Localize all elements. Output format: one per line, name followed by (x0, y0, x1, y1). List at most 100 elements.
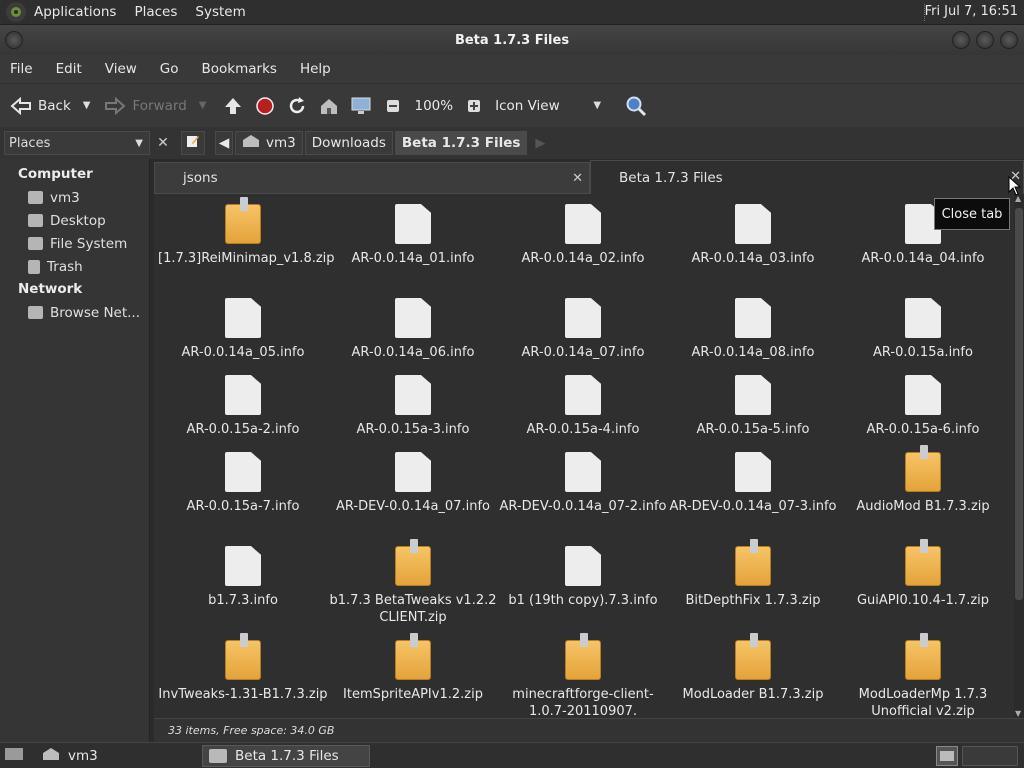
breadcrumb-downloads[interactable]: Downloads (304, 131, 393, 155)
view-mode-select[interactable]: Icon View ▼ (495, 98, 601, 114)
window-menu-button[interactable] (5, 31, 23, 49)
tab-beta-files[interactable]: Beta 1.7.3 Files ✕ (590, 160, 1024, 194)
archive-icon (735, 539, 771, 586)
back-button[interactable]: Back ▼ (10, 95, 90, 117)
workspace-window-icon (940, 751, 954, 761)
breadcrumb-vm3[interactable]: vm3 (235, 131, 303, 155)
file-item[interactable]: AR-0.0.15a.info (838, 298, 1008, 361)
forward-label: Forward (132, 97, 187, 114)
file-item[interactable]: AR-0.0.15a-4.info (498, 375, 668, 438)
places-menu[interactable]: Places (134, 4, 177, 20)
menu-go[interactable]: Go (160, 61, 179, 77)
sidebar-item-browse-network[interactable]: Browse Net... (0, 301, 149, 324)
breadcrumb-current[interactable]: Beta 1.7.3 Files (394, 131, 528, 155)
up-button[interactable] (222, 95, 244, 117)
home-button[interactable] (318, 95, 340, 117)
scrollbar-thumb[interactable] (1015, 208, 1023, 600)
file-item[interactable]: ModLoaderMp 1.7.3 Unofficial v2.zip (838, 633, 1008, 718)
file-item[interactable]: AR-0.0.14a_01.info (328, 204, 498, 267)
computer-button[interactable] (350, 95, 372, 117)
file-name: AR-0.0.15a-4.info (526, 422, 640, 437)
sidebar-selector[interactable]: Places ▼ (4, 131, 150, 155)
file-item[interactable]: minecraftforge-client-1.0.7-20110907. (498, 633, 668, 718)
applications-menu[interactable]: Applications (34, 4, 116, 20)
archive-icon (225, 633, 261, 680)
desktop-launcher[interactable]: vm3 (42, 747, 98, 765)
clock[interactable]: Fri Jul 7, 16:51 (925, 4, 1018, 19)
sidebar-item-trash[interactable]: Trash (0, 255, 149, 278)
sidebar-close-icon[interactable]: ✕ (153, 135, 173, 151)
menu-bookmarks[interactable]: Bookmarks (202, 61, 277, 77)
file-item[interactable]: AR-0.0.14a_07.info (498, 298, 668, 361)
menu-view[interactable]: View (105, 61, 137, 77)
file-name: AR-0.0.14a_06.info (351, 345, 475, 360)
forward-history-caret-icon[interactable]: ▼ (199, 100, 207, 111)
document-icon (395, 298, 431, 338)
file-item[interactable]: AR-DEV-0.0.14a_07-3.info (668, 452, 838, 515)
tab-jsons[interactable]: jsons ✕ (154, 162, 590, 194)
stop-button[interactable] (254, 95, 276, 117)
file-name: AR-0.0.15a-7.info (186, 499, 300, 514)
file-item[interactable]: AR-0.0.14a_08.info (668, 298, 838, 361)
mouse-pointer-icon (1008, 175, 1022, 196)
vertical-scrollbar[interactable]: ▲ ▼ (1014, 194, 1024, 718)
file-item[interactable]: AR-0.0.14a_06.info (328, 298, 498, 361)
document-icon (565, 298, 601, 338)
file-item[interactable]: [1.7.3]ReiMinimap_v1.8.zip (158, 197, 335, 267)
reload-button[interactable] (286, 95, 308, 117)
taskbar-window-button[interactable]: Beta 1.7.3 Files (202, 745, 370, 767)
gnome-foot-icon[interactable] (6, 2, 26, 22)
file-item[interactable]: AR-0.0.14a_05.info (158, 298, 328, 361)
file-item[interactable]: BitDepthFix 1.7.3.zip (668, 539, 838, 609)
file-item[interactable]: AR-0.0.15a-6.info (838, 375, 1008, 438)
file-item[interactable]: AR-0.0.14a_03.info (668, 204, 838, 267)
minimize-button[interactable] (952, 31, 970, 49)
title-bar[interactable]: Beta 1.7.3 Files (0, 25, 1024, 55)
back-label: Back (38, 97, 71, 114)
search-button[interactable] (625, 95, 647, 117)
breadcrumb-scroll-left-button[interactable]: ◀ (215, 131, 233, 155)
menu-edit[interactable]: Edit (56, 61, 82, 77)
menu-file[interactable]: File (10, 61, 33, 77)
file-item[interactable]: ModLoader B1.7.3.zip (668, 633, 838, 703)
file-item[interactable]: b1.7.3.info (158, 546, 328, 609)
file-item[interactable]: AR-0.0.15a-3.info (328, 375, 498, 438)
system-menu[interactable]: System (195, 4, 245, 20)
file-item[interactable]: AR-0.0.14a_02.info (498, 204, 668, 267)
forward-button[interactable]: Forward ▼ (104, 95, 206, 117)
file-item[interactable]: b1.7.3 BetaTweaks v1.2.2 CLIENT.zip (328, 539, 498, 626)
back-history-caret-icon[interactable]: ▼ (83, 100, 91, 111)
zoom-out-button[interactable] (382, 95, 404, 117)
file-item[interactable]: GuiAPI0.10.4-1.7.zip (838, 539, 1008, 609)
toggle-location-entry-button[interactable] (181, 131, 205, 155)
workspace-2[interactable] (962, 746, 1018, 766)
maximize-button[interactable] (976, 31, 994, 49)
file-item[interactable]: InvTweaks-1.31-B1.7.3.zip (158, 633, 328, 703)
zoom-in-button[interactable] (463, 95, 485, 117)
file-item[interactable]: AudioMod B1.7.3.zip (838, 445, 1008, 515)
scroll-down-arrow-icon[interactable]: ▼ (1015, 709, 1021, 718)
file-item[interactable]: AR-0.0.15a-7.info (158, 452, 328, 515)
file-item[interactable]: AR-0.0.15a-2.info (158, 375, 328, 438)
sidebar-item-label: Desktop (50, 212, 106, 229)
file-item[interactable]: AR-DEV-0.0.14a_07.info (328, 452, 498, 515)
file-item[interactable]: AR-DEV-0.0.14a_07-2.info (498, 452, 668, 515)
breadcrumb-scroll-right-icon[interactable]: ▶ (535, 136, 545, 151)
file-item[interactable]: b1 (19th copy).7.3.info (498, 546, 668, 609)
close-tab-icon[interactable]: ✕ (572, 171, 583, 186)
menu-help[interactable]: Help (300, 61, 331, 77)
workspace-switcher[interactable] (936, 746, 958, 766)
file-item[interactable]: AR-0.0.15a-5.info (668, 375, 838, 438)
zoom-level[interactable]: 100% (414, 98, 453, 114)
file-view[interactable]: [1.7.3]ReiMinimap_v1.8.zip AR-0.0.14a_01.… (154, 194, 1014, 718)
file-name: GuiAPI0.10.4-1.7.zip (856, 593, 990, 608)
file-item[interactable]: ItemSpriteAPIv1.2.zip (328, 633, 498, 703)
sidebar-item-file-system[interactable]: File System (0, 232, 149, 255)
archive-icon (225, 197, 261, 244)
sidebar-item-desktop[interactable]: Desktop (0, 209, 149, 232)
folder-icon (209, 749, 227, 763)
sidebar-item-vm3[interactable]: vm3 (0, 186, 149, 209)
close-window-button[interactable] (1000, 31, 1018, 49)
show-desktop-icon[interactable] (4, 746, 24, 766)
home-icon (318, 95, 340, 117)
